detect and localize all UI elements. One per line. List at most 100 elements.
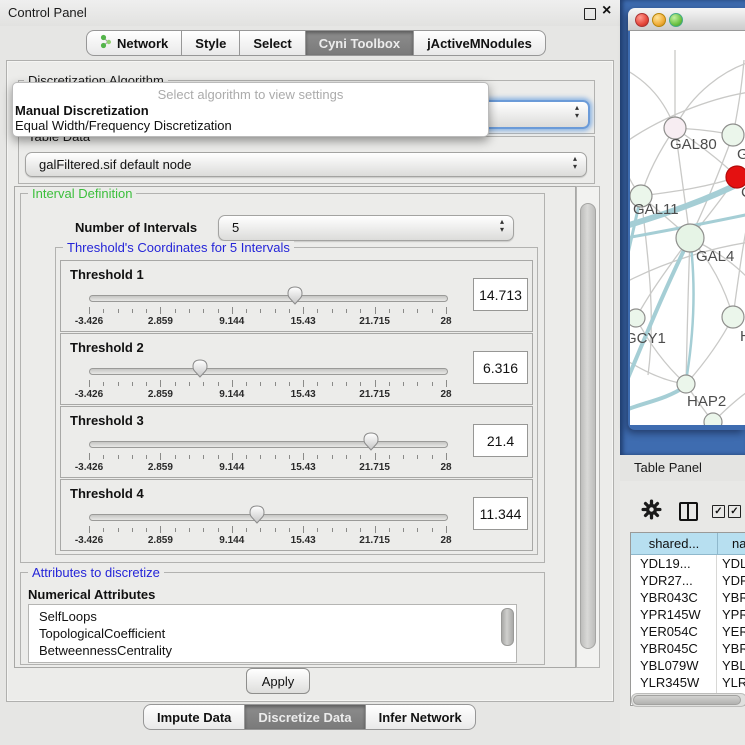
checkbox-icon[interactable]: ✓ xyxy=(712,505,725,518)
threshold-value-field[interactable]: 11.344 xyxy=(473,497,528,530)
number-of-intervals-combobox[interactable]: 5 ▴▾ xyxy=(218,215,514,241)
gear-icon[interactable] xyxy=(641,499,662,520)
vertical-scrollbar[interactable] xyxy=(576,186,600,668)
table-cell[interactable]: YDR2 xyxy=(717,572,745,589)
tab-select[interactable]: Select xyxy=(240,30,305,56)
threshold-slider-track[interactable] xyxy=(89,368,448,375)
tick-mark xyxy=(218,309,219,313)
tab-jactivemnodules[interactable]: jActiveMNodules xyxy=(414,30,546,56)
tick-mark xyxy=(375,307,376,314)
float-window-icon[interactable] xyxy=(584,8,596,20)
algorithm-option-equal-width-frequency-discretization[interactable]: Equal Width/Frequency Discretization xyxy=(15,118,232,133)
scale-label: 15.43 xyxy=(291,535,316,546)
table-cell[interactable]: YBL079W xyxy=(631,657,717,674)
tick-mark xyxy=(375,526,376,533)
network-node[interactable] xyxy=(704,413,722,425)
attributes-scrollbar-thumb[interactable] xyxy=(501,608,514,646)
tab-label: Style xyxy=(195,36,226,51)
table-row[interactable]: YLR345WYLR3 xyxy=(631,674,745,691)
stepper-icon[interactable]: ▴▾ xyxy=(500,218,504,234)
checkbox-icon[interactable]: ✓ xyxy=(728,505,741,518)
threshold-slider-thumb[interactable] xyxy=(287,286,303,305)
stepper-icon[interactable]: ▴▾ xyxy=(575,104,579,120)
table-cell[interactable]: YBR0 xyxy=(717,589,745,606)
tab-impute-data[interactable]: Impute Data xyxy=(143,704,245,730)
tab-discretize-data[interactable]: Discretize Data xyxy=(245,704,365,730)
table-cell[interactable]: YBR043C xyxy=(631,589,717,606)
tick-mark xyxy=(389,455,390,459)
top-tabbar: Network Style SelectCyni ToolboxjActiveMNo… xyxy=(86,30,546,56)
tick-mark xyxy=(360,455,361,459)
table-cell[interactable]: YBR045C xyxy=(631,640,717,657)
tab-infer-network[interactable]: Infer Network xyxy=(366,704,476,730)
tick-mark xyxy=(118,528,119,532)
zoom-traffic-icon[interactable] xyxy=(669,13,683,27)
threshold-slider-track[interactable] xyxy=(89,514,448,521)
threshold-slider-thumb[interactable] xyxy=(363,432,379,451)
algorithm-option-manual-discretization[interactable]: Manual Discretization xyxy=(15,103,149,118)
threshold-row: Threshold 4-3.4262.8599.14415.4321.71528… xyxy=(60,479,533,551)
scale-label: 15.43 xyxy=(291,462,316,473)
algorithm-dropdown-hint: Select algorithm to view settings xyxy=(13,87,488,102)
table-cell[interactable]: YPR1 xyxy=(717,606,745,623)
table-row[interactable]: YBL079WYBL0 xyxy=(631,657,745,674)
table-cell[interactable]: YBR0 xyxy=(717,640,745,657)
table-cell[interactable]: YER0 xyxy=(717,623,745,640)
table-cell[interactable]: YDL19... xyxy=(631,555,717,572)
apply-button[interactable]: Apply xyxy=(246,668,310,694)
scale-label: -3.426 xyxy=(75,535,103,546)
threshold-slider-thumb[interactable] xyxy=(249,505,265,524)
network-node[interactable] xyxy=(630,309,645,327)
column-header-shared-[interactable]: shared... xyxy=(631,533,718,555)
scale-label: -3.426 xyxy=(75,389,103,400)
tick-mark xyxy=(118,455,119,459)
table-cell[interactable]: YDR27... xyxy=(631,572,717,589)
threshold-slider-track[interactable] xyxy=(89,441,448,448)
table-row[interactable]: YDL19...YDL1 xyxy=(631,555,745,572)
horizontal-scrollbar-thumb[interactable] xyxy=(633,695,741,705)
tick-mark xyxy=(332,528,333,532)
threshold-value-field[interactable]: 14.713 xyxy=(473,278,528,311)
table-row[interactable]: YPR145WYPR1 xyxy=(631,606,745,623)
app-root: Control Panel × NetworkStyleSelectCyni T… xyxy=(0,0,745,745)
slider-scale-labels: -3.4262.8599.14415.4321.71528 xyxy=(89,389,446,401)
threshold-slider-track[interactable] xyxy=(89,295,448,302)
columns-icon[interactable] xyxy=(679,502,698,521)
network-node[interactable] xyxy=(677,375,695,393)
attribute-list-item[interactable]: BetweennessCentrality xyxy=(29,642,516,659)
table-row[interactable]: YBR045CYBR0 xyxy=(631,640,745,657)
close-traffic-icon[interactable] xyxy=(635,13,649,27)
table-row[interactable]: YDR27...YDR2 xyxy=(631,572,745,589)
table-data-combobox[interactable]: galFiltered.sif default node ▴▾ xyxy=(25,152,587,177)
tick-mark xyxy=(332,455,333,459)
table-cell[interactable]: YDL1 xyxy=(717,555,745,572)
tab-style[interactable]: Style xyxy=(182,30,240,56)
attribute-list-item[interactable]: TopologicalCoefficient xyxy=(29,625,516,642)
network-window-titlebar[interactable] xyxy=(628,8,745,31)
table-cell[interactable]: YLR345W xyxy=(631,674,717,691)
table-cell[interactable]: YPR145W xyxy=(631,606,717,623)
threshold-slider-thumb[interactable] xyxy=(192,359,208,378)
vertical-scrollbar-thumb[interactable] xyxy=(580,203,596,649)
tick-mark xyxy=(146,382,147,386)
table-row[interactable]: YBR043CYBR0 xyxy=(631,589,745,606)
table-row[interactable]: YER054CYER0 xyxy=(631,623,745,640)
stepper-icon[interactable]: ▴▾ xyxy=(573,155,577,171)
horizontal-scrollbar[interactable] xyxy=(631,693,745,707)
table-cell[interactable]: YBL0 xyxy=(717,657,745,674)
column-header-na[interactable]: na xyxy=(718,533,745,555)
threshold-value-field[interactable]: 21.4 xyxy=(473,424,528,457)
numerical-attributes-list[interactable]: SelfLoopsTopologicalCoefficientBetweenne… xyxy=(28,604,517,663)
attribute-list-item[interactable]: SelfLoops xyxy=(29,605,516,625)
network-node[interactable] xyxy=(722,124,744,146)
tab-network[interactable]: Network xyxy=(86,30,182,56)
threshold-value-field[interactable]: 6.316 xyxy=(473,351,528,384)
network-node[interactable] xyxy=(722,306,744,328)
threshold-label: Threshold 4 xyxy=(70,486,144,501)
minimize-traffic-icon[interactable] xyxy=(652,13,666,27)
network-canvas[interactable]: GAL80GACGAL11GAL4GCY1HHAP2 xyxy=(630,30,745,425)
close-icon[interactable]: × xyxy=(602,2,611,20)
table-cell[interactable]: YER054C xyxy=(631,623,717,640)
table-cell[interactable]: YLR3 xyxy=(717,674,745,691)
tab-cyni-toolbox[interactable]: Cyni Toolbox xyxy=(306,30,414,56)
